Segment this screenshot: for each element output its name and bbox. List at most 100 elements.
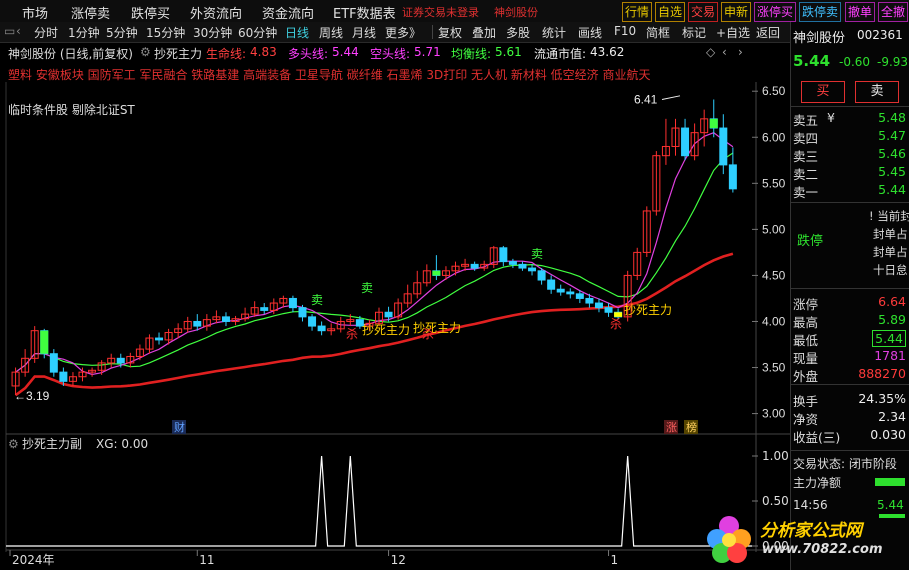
- tab-5min[interactable]: 5分钟: [106, 24, 138, 41]
- candle-body: [681, 127, 690, 157]
- btn-draw[interactable]: 画线: [578, 24, 602, 41]
- btn-multi-stock[interactable]: 多股: [506, 24, 530, 41]
- btn-back[interactable]: 返回: [756, 24, 780, 41]
- watermark-text: 分析家公式网: [760, 521, 862, 541]
- menu-market[interactable]: 市场: [22, 3, 48, 22]
- limit-down-badge: 跌停: [797, 234, 824, 249]
- ask-label: 卖二: [793, 167, 819, 182]
- menu-fund-flow[interactable]: 资金流向: [262, 3, 314, 22]
- tab-15min[interactable]: 15分钟: [146, 24, 185, 41]
- sell-button[interactable]: 卖: [855, 81, 899, 103]
- avg-line-series: [15, 152, 734, 373]
- stat-value: 0.030: [870, 427, 906, 442]
- buy-button[interactable]: 买: [801, 81, 845, 103]
- tab-60min[interactable]: 60分钟: [238, 24, 277, 41]
- candle-body: [508, 261, 517, 265]
- btn-simple-frame[interactable]: 简框: [646, 24, 670, 41]
- btn-statistics[interactable]: 统计: [542, 24, 566, 41]
- high-price-pointer: [661, 95, 681, 100]
- stat-row: 最低 5.44: [793, 330, 908, 348]
- btn-quote[interactable]: 行情: [622, 2, 653, 22]
- tab-30min[interactable]: 30分钟: [193, 24, 232, 41]
- btn-trade[interactable]: 交易: [688, 2, 719, 22]
- tab-monthly[interactable]: 月线: [352, 24, 376, 41]
- diamond-icon[interactable]: ◇: [706, 45, 715, 59]
- candle-body: [317, 325, 326, 332]
- stat-value: 2.34: [878, 409, 906, 424]
- menu-limit-up-sell[interactable]: 涨停卖: [71, 3, 110, 22]
- divider: [791, 450, 909, 451]
- tab-1min[interactable]: 1分钟: [68, 24, 100, 41]
- btn-f10[interactable]: F10: [614, 24, 636, 38]
- menu-foreign-flow[interactable]: 外资流向: [190, 3, 242, 22]
- btn-limit-down-sell[interactable]: 跌停卖: [799, 2, 842, 22]
- btn-cancel[interactable]: 撤单: [845, 2, 876, 22]
- btn-limit-up-buy[interactable]: 涨停买: [754, 2, 797, 22]
- tab-weekly[interactable]: 周线: [319, 24, 343, 41]
- candle-body: [260, 307, 269, 311]
- toolbar-divider: [432, 25, 433, 39]
- mktcap-value: 43.62: [590, 45, 625, 59]
- bull-line-series: [15, 132, 734, 376]
- stat-value: 6.64: [878, 294, 906, 309]
- stat-label: 净资: [793, 412, 819, 427]
- limit-up-marker: 涨: [666, 421, 677, 434]
- menu-etf-table[interactable]: ETF数据表: [333, 3, 396, 22]
- candle-body: [193, 320, 202, 327]
- btn-mark[interactable]: 标记: [682, 24, 706, 41]
- stat-label: 外盘: [793, 369, 819, 384]
- price-change-pct: -9.93: [877, 55, 909, 69]
- note-ten-day: 十日怠: [873, 263, 908, 277]
- gear-icon[interactable]: ⚙: [140, 45, 151, 59]
- chart-title: 神剑股份 (日线,前复权): [8, 47, 133, 61]
- btn-add-watchlist[interactable]: +自选: [716, 24, 750, 41]
- panel-toggle-icon[interactable]: ▭: [4, 24, 15, 38]
- chevron-left-icon[interactable]: ‹: [16, 24, 21, 38]
- y-tick-label: 5.50: [762, 176, 786, 190]
- btn-watchlist[interactable]: 自选: [655, 2, 686, 22]
- btn-ipo[interactable]: 申新: [721, 2, 752, 22]
- flower-logo-icon: [707, 516, 751, 563]
- indicator-name[interactable]: 抄死主力: [154, 45, 202, 62]
- candle-body: [116, 357, 125, 364]
- avg-line-value: 5.61: [495, 45, 522, 59]
- btn-cancel-all[interactable]: 全撤: [878, 2, 909, 22]
- stat-value: 888270: [858, 366, 906, 381]
- ask-label: 卖三: [793, 149, 819, 164]
- watermark-logo: 分析家公式网 www.70822.com: [704, 512, 909, 568]
- btn-overlay[interactable]: 叠加: [472, 24, 496, 41]
- tick-time: 14:56: [793, 498, 828, 512]
- divider: [791, 288, 909, 289]
- candle-body: [221, 316, 230, 322]
- candle-body: [547, 279, 556, 290]
- sub-gear-icon: ⚙: [8, 437, 19, 451]
- ask-row: 卖三 5.46: [793, 146, 908, 164]
- y-tick-label: 5.00: [762, 222, 786, 236]
- sub-indicator-title: 抄死主力副: [22, 437, 82, 451]
- ask-label: 卖四: [793, 131, 819, 146]
- y-tick-label: 6.00: [762, 130, 786, 144]
- tab-more[interactable]: 更多》: [385, 24, 421, 41]
- candle-body: [155, 337, 164, 341]
- candle-body: [49, 353, 58, 373]
- scroll-left-icon[interactable]: ‹: [722, 45, 727, 59]
- stat-value: 5.44: [872, 330, 906, 347]
- candle-body: [308, 316, 317, 327]
- tab-daily[interactable]: 日线: [285, 24, 309, 41]
- tab-intraday[interactable]: 分时: [34, 24, 58, 41]
- mktcap-label: 流通市值:: [534, 47, 587, 61]
- menu-limit-down-buy[interactable]: 跌停买: [131, 3, 170, 22]
- btn-adjust[interactable]: 复权: [438, 24, 462, 41]
- candlestick-chart[interactable]: 6.50 6.00 5.50 5.00 4.50 4.00 3.50 3.00 6.41 ←3.1…: [0, 82, 790, 570]
- note-current-seal: ! 当前封: [869, 209, 909, 223]
- y-tick-label: 6.50: [762, 84, 786, 98]
- scroll-right-icon[interactable]: ›: [738, 45, 743, 59]
- finance-marker: 财: [174, 420, 185, 434]
- ask-label: 卖五: [793, 113, 819, 128]
- ask-price: 5.45: [878, 164, 906, 179]
- ask-row: 卖五 ¥5.48: [793, 110, 908, 128]
- period-toolbar: ▭ ‹ 分时 1分钟 5分钟 15分钟 30分钟 60分钟 日线 周线 月线 更…: [0, 22, 790, 43]
- bottom-signal: 抄死主力: [624, 303, 672, 317]
- stat-row: 外盘 888270: [793, 366, 908, 384]
- bull-line-label: 多头线:: [288, 47, 329, 61]
